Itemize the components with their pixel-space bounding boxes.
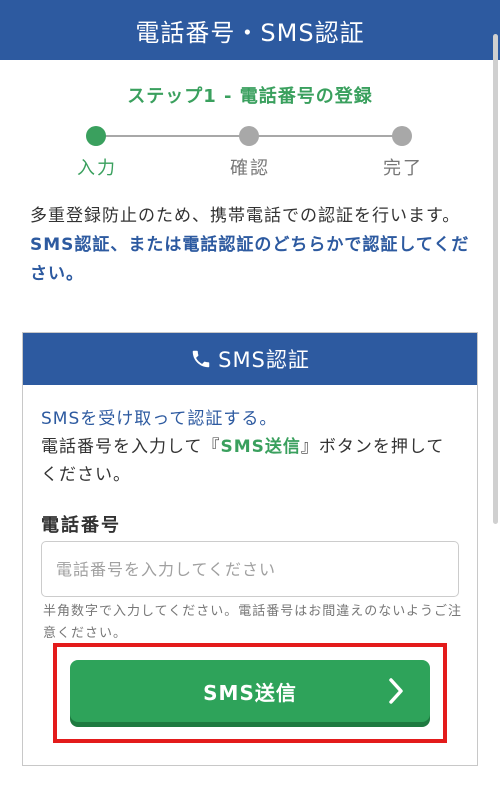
page-title: 電話番号・SMS認証: [135, 18, 365, 47]
step-title: ステップ1 - 電話番号の登録: [127, 86, 373, 107]
step-dot-confirm: [239, 126, 259, 146]
card-lead: SMSを受け取って認証する。: [41, 409, 278, 429]
intro-line-1: 多重登録防止のため、携帯電話での認証を行います。: [30, 206, 461, 226]
sms-send-button-label: SMS送信: [203, 680, 297, 705]
intro-text: 多重登録防止のため、携帯電話での認証を行います。 SMS認証、または電話認証のど…: [30, 202, 476, 289]
card-instruction: 電話番号を入力して『SMS送信』ボタンを押してください。: [41, 433, 461, 489]
phone-icon: [192, 350, 210, 368]
card-header: SMS認証: [23, 333, 477, 385]
sms-send-button[interactable]: SMS送信: [70, 660, 430, 722]
step-dot-complete: [392, 126, 412, 146]
intro-line-2: SMS認証、または電話認証のどちらかで認証してください。: [30, 235, 470, 284]
step-label-input: 入力: [77, 158, 117, 179]
card-description: SMSを受け取って認証する。 電話番号を入力して『SMS送信』ボタンを押してくだ…: [41, 405, 461, 489]
instruction-highlight: SMS送信: [220, 437, 301, 457]
phone-field-hint: 半角数字で入力してください。電話番号はお間違えのないようご注意ください。: [43, 604, 462, 641]
phone-field-label: 電話番号: [41, 515, 121, 536]
step-label-confirm: 確認: [230, 158, 270, 179]
instruction-before: 電話番号を入力して『: [41, 437, 221, 457]
phone-number-input[interactable]: [41, 541, 459, 597]
step-dot-input: [86, 126, 106, 146]
step-label-complete: 完了: [383, 158, 423, 179]
chevron-right-icon: [389, 678, 403, 704]
sms-auth-card: SMS認証 SMSを受け取って認証する。 電話番号を入力して『SMS送信』ボタン…: [22, 332, 478, 766]
card-title: SMS認証: [218, 348, 310, 372]
page-header: 電話番号・SMS認証: [0, 0, 500, 60]
